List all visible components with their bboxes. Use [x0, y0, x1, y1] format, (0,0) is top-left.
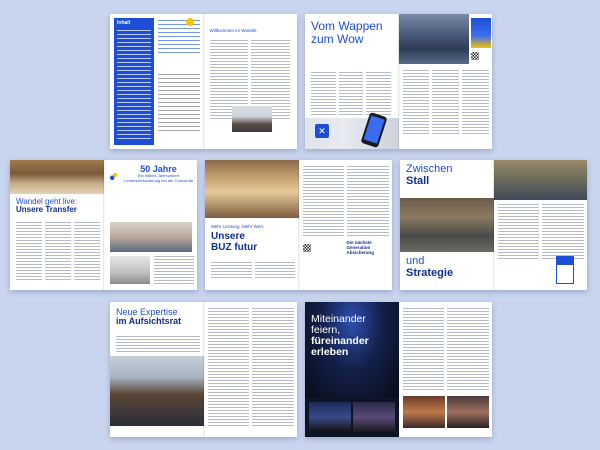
event-booth-photo	[398, 14, 469, 64]
wappen-headline: Vom Wappen zum Wow	[311, 19, 383, 46]
group-photo	[109, 222, 192, 252]
barn-group-photo	[400, 198, 494, 252]
magazine-spreads-collage: { "spreads": { "toc": { "label": "Inhalt…	[0, 0, 600, 450]
page-stall-right	[493, 160, 587, 290]
confetti-icon	[107, 168, 122, 182]
futur-headline: Unsere BUZ futur	[211, 231, 258, 253]
woman-reading-photo	[205, 160, 299, 218]
spread-transfer-jubilee: Wandel geht live: Unsere Transfer 50 Jah…	[10, 160, 197, 290]
page-wappen-right	[398, 14, 492, 149]
milk-carton-icon	[555, 256, 574, 284]
futur-side-heading: Die nächste Generation Absicherung	[346, 240, 375, 256]
spread-feiern: Miteinander feiern, füreinander erleben	[305, 302, 492, 437]
toc-label: Inhalt	[117, 20, 131, 26]
welcome-portrait-photo	[231, 106, 272, 132]
visitors-photo	[493, 160, 587, 200]
page-futur-left: Mehr Leistung. Mehr Wert. Unsere BUZ fut…	[205, 160, 299, 290]
transfer-headline: Wandel geht live: Unsere Transfer	[16, 197, 78, 215]
crowd-photo	[309, 402, 351, 432]
page-toc: Inhalt	[110, 14, 204, 149]
stall-headline-top: Zwischen Stall	[406, 163, 453, 187]
page-wappen-left: Vom Wappen zum Wow ✕	[305, 14, 399, 149]
spread-stall-strategie: Zwischen Stall und Strategie	[400, 160, 587, 290]
page-welcome: Willkommen im Wandel.	[203, 14, 297, 149]
page-feiern-right	[398, 302, 492, 437]
poster-photo	[470, 18, 491, 48]
sparkle-icon	[186, 18, 194, 26]
page-transfer: Wandel geht live: Unsere Transfer	[10, 160, 104, 290]
page-expertise-right	[203, 302, 297, 437]
jubilee-subtitle: Ein halbes Jahrhundert Lebensversicherun…	[124, 173, 193, 183]
app-phone-photo: ✕	[305, 112, 399, 149]
stall-headline-bottom: und Strategie	[406, 255, 454, 279]
page-jubilee: 50 Jahre Ein halbes Jahrhundert Lebensve…	[103, 160, 197, 290]
spread-wappen: Vom Wappen zum Wow ✕	[305, 14, 492, 149]
spread-buz-futur: Mehr Leistung. Mehr Wert. Unsere BUZ fut…	[205, 160, 392, 290]
toc-sidebar: Inhalt	[114, 18, 154, 145]
band-photo	[353, 402, 395, 432]
party-photo	[402, 396, 445, 428]
page-stall-left: Zwischen Stall und Strategie	[400, 160, 494, 290]
spread-expertise: Neue Expertise im Aufsichtsrat	[110, 302, 297, 437]
qr-code	[302, 244, 311, 252]
page-expertise-left: Neue Expertise im Aufsichtsrat	[110, 302, 204, 437]
welcome-heading: Willkommen im Wandel.	[209, 28, 258, 33]
qr-code	[470, 52, 479, 60]
feiern-headline: Miteinander feiern, füreinander erleben	[311, 313, 369, 359]
app-logo-icon: ✕	[315, 124, 329, 138]
board-member-photo	[110, 356, 204, 426]
futur-kicker: Mehr Leistung. Mehr Wert.	[211, 224, 265, 229]
guests-photo	[446, 396, 489, 428]
page-feiern-left: Miteinander feiern, füreinander erleben	[305, 302, 399, 437]
meeting-photo	[109, 256, 150, 284]
page-futur-right: Die nächste Generation Absicherung	[298, 160, 392, 290]
horse-photo	[10, 160, 104, 194]
expertise-headline: Neue Expertise im Aufsichtsrat	[116, 307, 182, 327]
smartphone	[360, 112, 388, 148]
spread-toc-welcome: Inhalt Willkommen im Wandel.	[110, 14, 297, 149]
